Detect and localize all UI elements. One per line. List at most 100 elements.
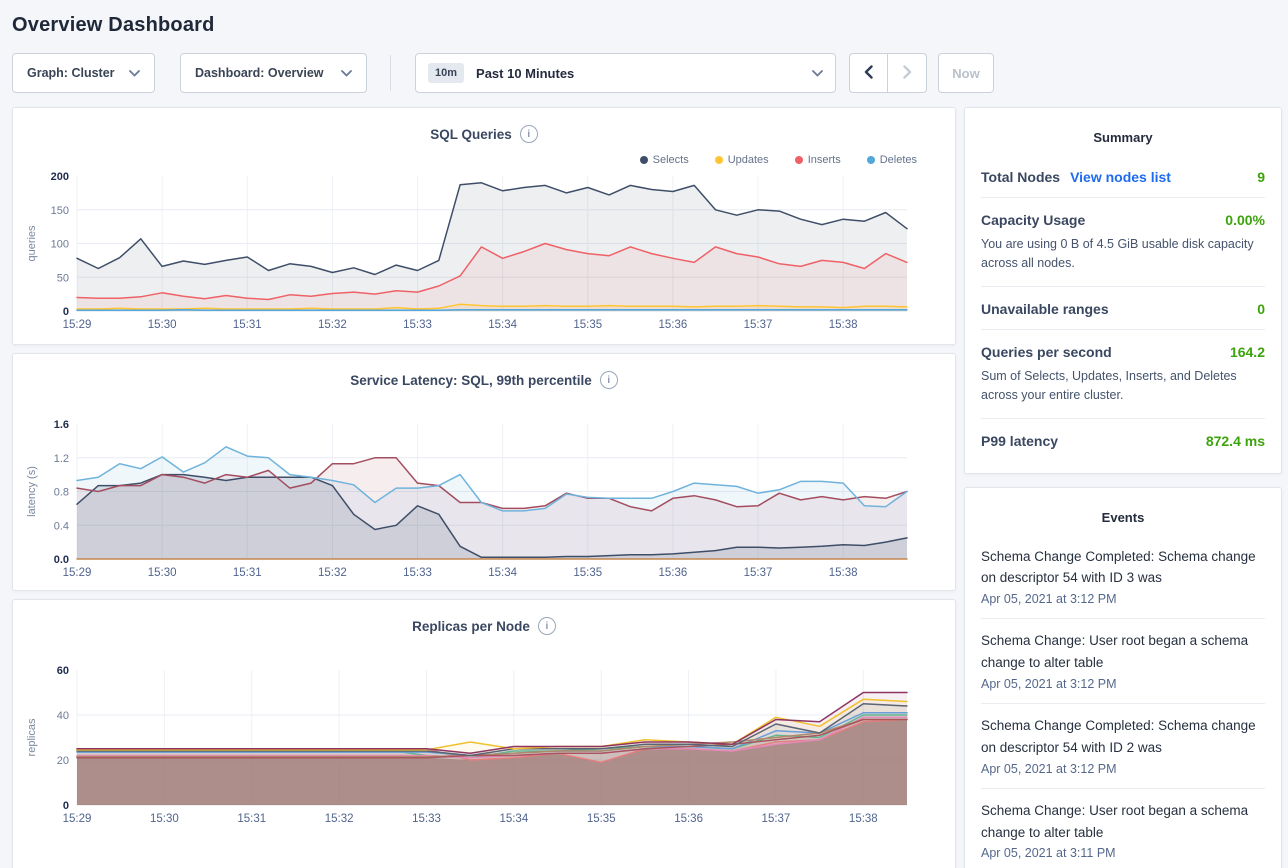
svg-text:0.4: 0.4 — [54, 520, 69, 532]
summary-row-caption: You are using 0 B of 4.5 GiB usable disk… — [981, 235, 1265, 274]
svg-text:50: 50 — [57, 272, 69, 284]
legend-dot-icon — [715, 156, 723, 164]
summary-row-value: 164.2 — [1230, 344, 1265, 360]
event-item[interactable]: Schema Change: User root began a schema … — [981, 619, 1265, 704]
summary-row-label: Unavailable ranges — [981, 301, 1109, 317]
chevron-down-icon — [129, 70, 140, 77]
service-latency-chart[interactable]: 15:2915:3015:3115:3215:3315:3415:3515:36… — [23, 418, 945, 582]
summary-row: Total Nodes View nodes list 9 — [981, 155, 1265, 198]
svg-text:15:32: 15:32 — [318, 319, 347, 331]
graph-dropdown-label: Graph: Cluster — [27, 66, 115, 80]
chart-title: Service Latency: SQL, 99th percentile — [350, 373, 592, 388]
event-message: Schema Change Completed: Schema change o… — [981, 546, 1265, 590]
chevron-down-icon — [341, 70, 352, 77]
page-title: Overview Dashboard — [12, 14, 1282, 37]
summary-row-label: P99 latency — [981, 433, 1058, 449]
summary-row-label: Total Nodes — [981, 169, 1060, 185]
overview-dashboard-page: Overview Dashboard Graph: Cluster Dashbo… — [0, 14, 1288, 868]
event-item[interactable]: Schema Change: User root began a schema … — [981, 789, 1265, 868]
svg-text:15:30: 15:30 — [148, 319, 177, 331]
event-item[interactable]: Schema Change Completed: Schema change o… — [981, 704, 1265, 789]
svg-text:60: 60 — [57, 665, 69, 677]
event-message: Schema Change Completed: Schema change o… — [981, 715, 1265, 759]
summary-row-value: 872.4 ms — [1206, 433, 1265, 449]
summary-panel: Summary Total Nodes View nodes list 9 Ca… — [964, 107, 1282, 474]
svg-text:0.0: 0.0 — [54, 554, 69, 566]
summary-row-link[interactable]: View nodes list — [1070, 169, 1171, 185]
chart-title: SQL Queries — [430, 127, 512, 142]
dashboard-dropdown-label: Dashboard: Overview — [195, 66, 324, 80]
chevron-right-icon — [903, 65, 912, 82]
svg-text:15:33: 15:33 — [412, 813, 441, 825]
sql-queries-chart[interactable]: 15:2915:3015:3115:3215:3315:3415:3515:36… — [23, 170, 945, 334]
chart-title-row: SQL Queries i — [23, 124, 945, 144]
svg-text:15:36: 15:36 — [659, 319, 688, 331]
svg-text:15:32: 15:32 — [318, 567, 347, 579]
svg-text:replicas: replicas — [26, 718, 38, 756]
svg-text:15:31: 15:31 — [233, 319, 262, 331]
svg-text:15:38: 15:38 — [849, 813, 878, 825]
svg-text:15:30: 15:30 — [148, 567, 177, 579]
info-icon[interactable]: i — [600, 371, 618, 389]
chart-spacer — [23, 636, 945, 664]
info-icon[interactable]: i — [520, 125, 538, 143]
sidebar-column: Summary Total Nodes View nodes list 9 Ca… — [964, 107, 1282, 868]
svg-text:15:36: 15:36 — [674, 813, 703, 825]
svg-text:150: 150 — [51, 205, 69, 217]
svg-text:15:37: 15:37 — [762, 813, 791, 825]
svg-text:100: 100 — [51, 239, 69, 251]
legend-item[interactable]: Inserts — [795, 154, 841, 166]
chart-title-row: Replicas per Node i — [23, 616, 945, 636]
legend-dot-icon — [867, 156, 875, 164]
summary-row-label: Capacity Usage — [981, 212, 1085, 228]
event-item[interactable]: Schema Change Completed: Schema change o… — [981, 535, 1265, 620]
svg-text:queries: queries — [26, 225, 38, 262]
svg-text:15:37: 15:37 — [744, 567, 773, 579]
svg-text:15:38: 15:38 — [829, 319, 858, 331]
svg-text:15:31: 15:31 — [233, 567, 262, 579]
charts-column: SQL Queries i Selects Updates Inserts Delet… — [12, 107, 956, 868]
event-timestamp: Apr 05, 2021 at 3:12 PM — [981, 762, 1265, 776]
svg-text:15:34: 15:34 — [499, 813, 528, 825]
svg-text:15:29: 15:29 — [63, 567, 92, 579]
svg-text:15:33: 15:33 — [403, 567, 432, 579]
summary-row-label: Queries per second — [981, 344, 1112, 360]
summary-row: Queries per second 164.2 Sum of Selects,… — [981, 330, 1265, 419]
event-timestamp: Apr 05, 2021 at 3:11 PM — [981, 846, 1265, 860]
svg-text:15:35: 15:35 — [587, 813, 616, 825]
summary-title: Summary — [981, 130, 1265, 145]
chevron-down-icon — [812, 70, 823, 77]
time-prev-button[interactable] — [849, 53, 888, 93]
svg-text:0: 0 — [63, 800, 69, 812]
svg-text:15:32: 15:32 — [325, 813, 354, 825]
toolbar-divider — [390, 55, 391, 91]
time-next-button[interactable] — [888, 53, 927, 93]
time-range-selector[interactable]: 10m Past 10 Minutes — [415, 53, 836, 93]
chart-legend: Selects Updates Inserts Deletes — [23, 152, 917, 168]
legend-item[interactable]: Deletes — [867, 154, 917, 166]
content: SQL Queries i Selects Updates Inserts Delet… — [12, 107, 1282, 868]
summary-row-value: 9 — [1257, 169, 1265, 185]
svg-text:15:37: 15:37 — [744, 319, 773, 331]
summary-row-caption: Sum of Selects, Updates, Inserts, and De… — [981, 367, 1265, 406]
summary-row: Capacity Usage 0.00% You are using 0 B o… — [981, 198, 1265, 287]
legend-item[interactable]: Updates — [715, 154, 769, 166]
event-items: Schema Change Completed: Schema change o… — [981, 535, 1265, 868]
svg-text:20: 20 — [57, 755, 69, 767]
events-title: Events — [981, 510, 1265, 525]
svg-text:latency (s): latency (s) — [26, 466, 38, 517]
time-range-badge: 10m — [428, 63, 464, 83]
svg-text:15:29: 15:29 — [63, 813, 92, 825]
legend-dot-icon — [795, 156, 803, 164]
info-icon[interactable]: i — [538, 617, 556, 635]
svg-text:200: 200 — [51, 171, 69, 183]
dashboard-dropdown[interactable]: Dashboard: Overview — [180, 53, 367, 93]
now-button[interactable]: Now — [938, 53, 994, 93]
graph-dropdown[interactable]: Graph: Cluster — [12, 53, 155, 93]
summary-rows: Total Nodes View nodes list 9 Capacity U… — [981, 155, 1265, 461]
chart-title: Replicas per Node — [412, 619, 530, 634]
replicas-per-node-chart[interactable]: 15:2915:3015:3115:3215:3315:3415:3515:36… — [23, 664, 945, 828]
svg-text:15:35: 15:35 — [573, 567, 602, 579]
legend-item[interactable]: Selects — [640, 154, 689, 166]
svg-text:15:35: 15:35 — [573, 319, 602, 331]
